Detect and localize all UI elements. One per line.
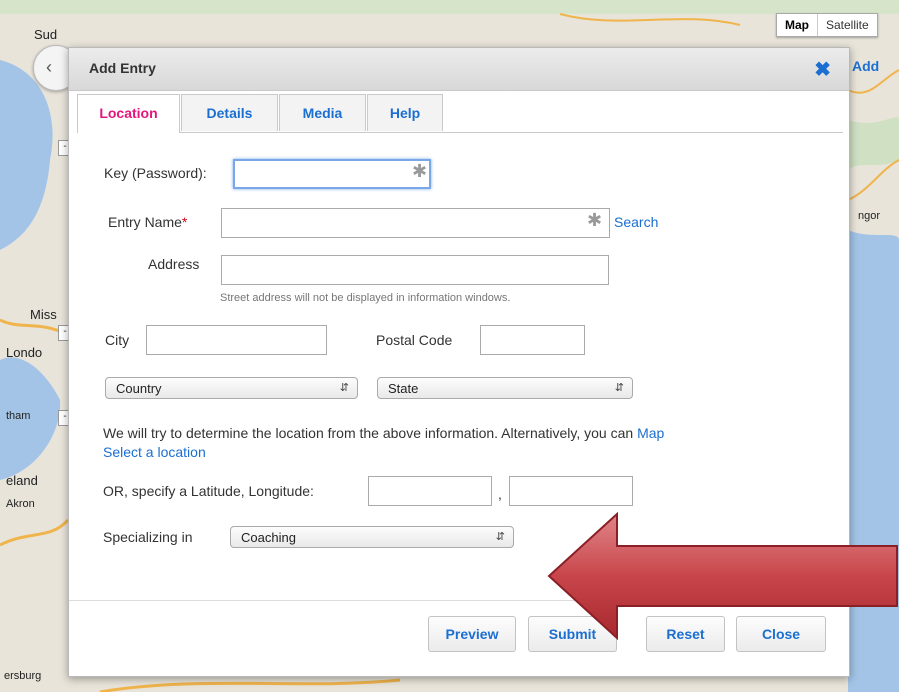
locate-paragraph: We will try to determine the location fr…: [103, 424, 803, 462]
key-label: Key (Password):: [104, 165, 207, 181]
specializing-label: Specializing in: [103, 529, 193, 545]
tab-help[interactable]: Help: [367, 94, 443, 131]
tab-bar: Location Details Media Help: [77, 92, 843, 133]
address-input[interactable]: [221, 255, 609, 285]
map-label: eland: [6, 473, 38, 488]
map-label: Miss: [30, 307, 57, 322]
entry-name-label: Entry Name*: [108, 214, 187, 230]
map-type-satellite-button[interactable]: Satellite: [817, 14, 877, 36]
city-label: City: [105, 332, 130, 348]
preview-button[interactable]: Preview: [428, 616, 516, 652]
select-arrows-icon: ⇵: [614, 382, 624, 394]
select-arrows-icon: ⇵: [339, 382, 349, 394]
annotation-arrow: [547, 512, 898, 641]
postal-code-label: Postal Code: [376, 332, 453, 348]
map-label: Sud: [34, 27, 58, 42]
latlng-label: OR, specify a Latitude, Longitude:: [103, 483, 314, 499]
select-arrows-icon: ⇵: [495, 531, 505, 543]
postal-code-input[interactable]: [480, 325, 585, 355]
dialog-header: Add Entry ✖: [69, 48, 849, 91]
map-link[interactable]: Map: [637, 425, 664, 441]
entry-name-label-text: Entry Name: [108, 214, 182, 230]
map-label: ersburg: [4, 670, 42, 682]
longitude-input[interactable]: [509, 476, 633, 506]
map-label: Londo: [6, 345, 43, 360]
close-icon[interactable]: ✖: [814, 57, 831, 82]
country-select-value: Country: [116, 381, 162, 396]
key-password-input[interactable]: [233, 159, 431, 189]
asterisk-icon: ✱: [412, 161, 428, 181]
latitude-input[interactable]: [368, 476, 492, 506]
select-location-link[interactable]: Select a location: [103, 444, 206, 460]
state-select-value: State: [388, 381, 419, 396]
asterisk-icon: ✱: [587, 210, 603, 230]
pan-arrows-icon: ‹: [46, 57, 52, 77]
entry-name-input[interactable]: [221, 208, 610, 238]
required-marker: *: [181, 214, 188, 230]
address-hint: Street address will not be displayed in …: [220, 292, 511, 304]
state-select[interactable]: State ⇵: [377, 377, 633, 399]
map-label: tham: [6, 410, 31, 422]
map-label: Akron: [6, 498, 35, 510]
map-type-map-button[interactable]: Map: [777, 14, 817, 36]
tab-location[interactable]: Location: [77, 94, 180, 133]
search-link[interactable]: Search: [614, 214, 658, 230]
locate-text: We will try to determine the location fr…: [103, 425, 634, 441]
map-label: ngor: [858, 210, 881, 222]
add-link[interactable]: Add: [852, 58, 879, 74]
dialog-title: Add Entry: [89, 60, 156, 76]
specializing-select[interactable]: Coaching ⇵: [230, 526, 514, 548]
arrow-shape: [547, 512, 898, 641]
tab-details[interactable]: Details: [181, 94, 278, 131]
specializing-select-value: Coaching: [241, 530, 296, 545]
latlng-separator: ,: [498, 486, 502, 502]
country-select[interactable]: Country ⇵: [105, 377, 358, 399]
city-input[interactable]: [146, 325, 327, 355]
address-label: Address: [148, 256, 200, 272]
tab-media[interactable]: Media: [279, 94, 366, 131]
map-type-control: Map Satellite: [776, 13, 878, 37]
